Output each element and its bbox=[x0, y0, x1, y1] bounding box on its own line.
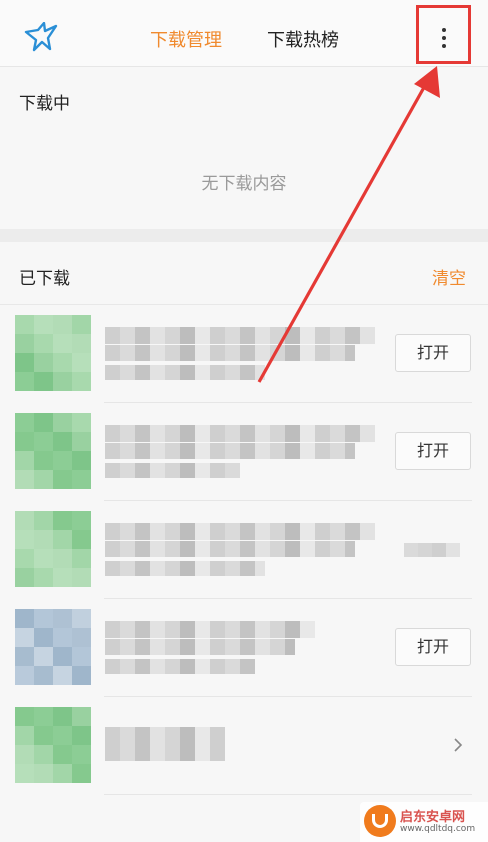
downloaded-title: 已下载 bbox=[19, 269, 70, 289]
app-title-mosaic bbox=[105, 727, 225, 761]
app-title-mosaic bbox=[105, 541, 355, 557]
section-divider bbox=[0, 229, 488, 242]
app-subtitle-mosaic bbox=[105, 365, 265, 380]
watermark-url: www.qdltdq.com bbox=[400, 824, 476, 834]
app-subtitle-mosaic bbox=[105, 463, 240, 478]
downloading-title: 下载中 bbox=[19, 94, 70, 114]
list-item[interactable]: 打开 bbox=[0, 403, 488, 501]
app-thumbnail bbox=[15, 511, 91, 587]
empty-downloads-text: 无下载内容 bbox=[201, 174, 287, 194]
tab-download-hot-list[interactable]: 下载热榜 bbox=[267, 26, 339, 52]
open-button[interactable]: 打开 bbox=[395, 628, 471, 666]
open-button[interactable]: 打开 bbox=[395, 432, 471, 470]
open-button[interactable] bbox=[395, 530, 471, 568]
app-subtitle-mosaic bbox=[105, 659, 255, 674]
tab-download-manager[interactable]: 下载管理 bbox=[150, 26, 222, 52]
app-title-mosaic bbox=[105, 425, 375, 442]
downloading-section: 下载中 无下载内容 bbox=[0, 67, 488, 229]
site-watermark: 启东安卓网 www.qdltdq.com bbox=[360, 802, 488, 842]
list-item[interactable]: 打开 bbox=[0, 305, 488, 403]
chevron-right-icon[interactable] bbox=[450, 737, 466, 753]
open-button[interactable]: 打开 bbox=[395, 334, 471, 372]
more-menu-button[interactable] bbox=[416, 5, 471, 64]
bird-logo-icon[interactable] bbox=[24, 22, 58, 52]
app-title-mosaic bbox=[105, 639, 295, 655]
list-item[interactable]: 打开 bbox=[0, 599, 488, 697]
app-title-mosaic bbox=[105, 327, 375, 344]
app-subtitle-mosaic bbox=[105, 561, 265, 576]
watermark-title: 启东安卓网 bbox=[400, 810, 466, 825]
list-item[interactable] bbox=[0, 697, 488, 795]
list-item[interactable] bbox=[0, 501, 488, 599]
top-bar: 下载管理 下载热榜 bbox=[0, 0, 488, 67]
watermark-logo-icon bbox=[364, 805, 396, 837]
app-title-mosaic bbox=[105, 523, 375, 540]
divider bbox=[104, 794, 472, 795]
app-thumbnail bbox=[15, 609, 91, 685]
app-title-mosaic bbox=[105, 621, 315, 638]
app-thumbnail bbox=[15, 315, 91, 391]
app-thumbnail bbox=[15, 707, 91, 783]
app-title-mosaic bbox=[105, 345, 355, 361]
app-thumbnail bbox=[15, 413, 91, 489]
clear-button[interactable]: 清空 bbox=[432, 264, 466, 289]
app-title-mosaic bbox=[105, 443, 355, 459]
